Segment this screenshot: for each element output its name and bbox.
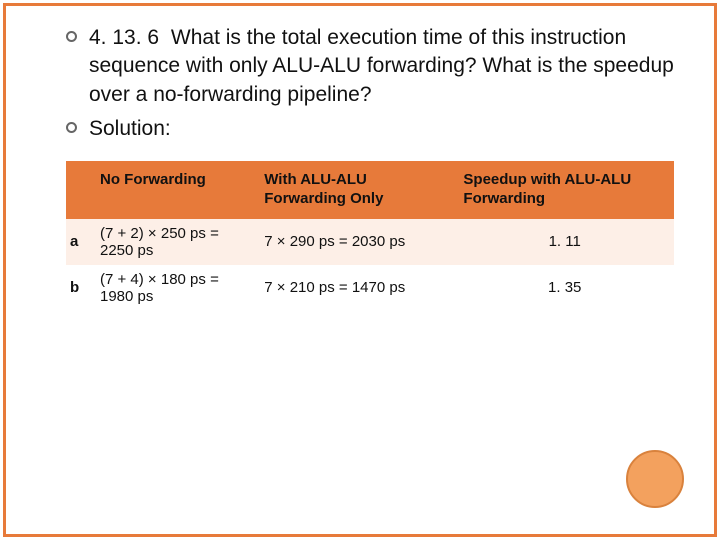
cell-speedup: 1. 11 (455, 219, 674, 265)
row-label: a (66, 219, 92, 265)
slide-content: 4. 13. 6 What is the total execution tim… (6, 6, 714, 311)
cell-withfwd: 7 × 210 ps = 1470 ps (256, 265, 455, 311)
table-header: No Forwarding With ALU-ALU Forwarding On… (66, 161, 674, 219)
corner-circle-icon (626, 450, 684, 508)
solution-table: No Forwarding With ALU-ALU Forwarding On… (66, 161, 674, 311)
col-header-nofwd: No Forwarding (92, 161, 256, 219)
col-header-speedup: Speedup with ALU-ALU Forwarding (455, 161, 674, 219)
table-row: b (7 + 4) × 180 ps = 1980 ps 7 × 210 ps … (66, 265, 674, 311)
bullet-text: Solution: (89, 115, 171, 143)
question-number: 4. 13. 6 (89, 26, 159, 49)
col-header-withfwd: With ALU-ALU Forwarding Only (256, 161, 455, 219)
cell-nofwd: (7 + 2) × 250 ps = 2250 ps (92, 219, 256, 265)
solution-table-wrap: No Forwarding With ALU-ALU Forwarding On… (66, 161, 674, 311)
cell-nofwd: (7 + 4) × 180 ps = 1980 ps (92, 265, 256, 311)
cell-speedup: 1. 35 (455, 265, 674, 311)
bullet-circle-icon (66, 122, 77, 133)
bullet-item: 4. 13. 6 What is the total execution tim… (66, 24, 674, 109)
solution-label: Solution: (89, 117, 171, 140)
table-body: a (7 + 2) × 250 ps = 2250 ps 7 × 290 ps … (66, 219, 674, 311)
question-text: What is the total execution time of this… (89, 26, 674, 106)
table-row: a (7 + 2) × 250 ps = 2250 ps 7 × 290 ps … (66, 219, 674, 265)
bullet-item: Solution: (66, 115, 674, 143)
col-header-blank (66, 161, 92, 219)
bullet-circle-icon (66, 31, 77, 42)
bullet-text: 4. 13. 6 What is the total execution tim… (89, 24, 674, 109)
cell-withfwd: 7 × 290 ps = 2030 ps (256, 219, 455, 265)
slide-frame: 4. 13. 6 What is the total execution tim… (3, 3, 717, 537)
row-label: b (66, 265, 92, 311)
